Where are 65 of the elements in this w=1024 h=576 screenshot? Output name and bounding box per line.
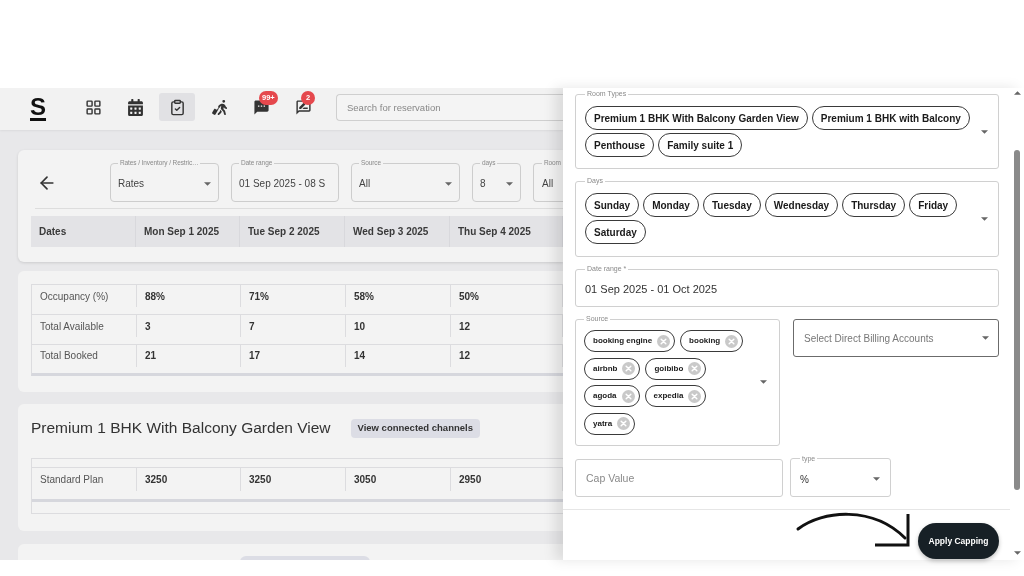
caret-icon: [873, 477, 880, 481]
row-label: Total Available: [32, 315, 137, 337]
x-circle-icon[interactable]: [657, 334, 671, 348]
caret-icon: [445, 181, 452, 186]
scroll-up-icon: [1013, 91, 1021, 95]
logo[interactable]: S: [30, 95, 46, 119]
table-cell: 71%: [241, 285, 346, 307]
column-header: Mon Sep 1 2025: [136, 216, 240, 247]
field-value: Rates: [118, 177, 145, 191]
x-circle-icon[interactable]: [622, 362, 636, 375]
table-cell: 7: [241, 315, 346, 337]
field-value: All: [359, 177, 371, 191]
table-cell: 21: [137, 345, 241, 367]
table-cell: 88%: [137, 285, 241, 307]
column-header: Wed Sep 3 2025: [345, 216, 450, 247]
room-type-title: Premium 1 BHK With Balcony Garden View: [31, 418, 331, 439]
rate-cell: 3050: [346, 468, 451, 491]
scroll-down-icon: [1013, 551, 1021, 555]
billing-accounts-select[interactable]: Select Direct Billing Accounts: [793, 319, 999, 357]
rate-cell: 3250: [137, 468, 241, 491]
table-cell: 58%: [346, 285, 451, 307]
grid-icon: [84, 98, 102, 116]
caret-icon: [981, 129, 988, 134]
caret-icon: [981, 216, 988, 221]
chip-label: expedia: [653, 390, 684, 402]
chip-label: goibibo: [654, 362, 684, 375]
table-cell: 3: [137, 315, 241, 337]
nav-button[interactable]: [159, 93, 195, 121]
apply-capping-button[interactable]: Apply Capping: [918, 523, 999, 559]
x-circle-icon[interactable]: [688, 362, 702, 375]
chip-label: airbnb: [593, 362, 618, 375]
caret-icon: [506, 181, 513, 186]
caret-icon: [204, 181, 211, 186]
scrollbar-thumb[interactable]: [1014, 150, 1020, 490]
chip-label: booking: [689, 335, 721, 347]
caret-icon: [982, 336, 989, 340]
field-value: 01 Sep 2025 - 01 Oct 2025: [585, 282, 718, 298]
calendar-icon: [126, 98, 144, 116]
row-label: Total Booked: [32, 345, 137, 367]
field-value: All: [542, 177, 554, 191]
chip-label: agoda: [593, 390, 617, 402]
caret-icon: [760, 380, 767, 385]
table-cell: 17: [241, 345, 346, 367]
x-circle-icon[interactable]: [725, 334, 739, 348]
column-header: Dates: [31, 216, 136, 247]
search-field[interactable]: Search for reservation: [336, 93, 563, 121]
person-luggage-icon: [210, 98, 228, 116]
x-circle-icon[interactable]: [621, 389, 635, 403]
row-label: Standard Plan: [32, 468, 137, 491]
rate-cell: 3250: [241, 468, 346, 491]
chip-label: yatra: [593, 417, 613, 430]
clipboard-check-icon: [168, 98, 186, 116]
cap-value-field[interactable]: Cap Value: [575, 458, 783, 497]
x-circle-icon[interactable]: [617, 417, 631, 430]
field-value: 8: [480, 177, 486, 191]
chip-label: booking engine: [593, 335, 653, 347]
column-header: Tue Sep 2 2025: [240, 216, 345, 247]
view-channels-button[interactable]: View connected channels: [350, 418, 480, 438]
field-value: %: [800, 472, 809, 487]
chat-pen-icon: [294, 98, 312, 116]
table-cell: 10: [346, 315, 451, 337]
row-label: Occupancy (%): [32, 285, 137, 307]
table-cell: 14: [346, 345, 451, 367]
x-circle-icon[interactable]: [688, 389, 702, 403]
field-value: 01 Sep 2025 - 08 S: [239, 177, 326, 191]
